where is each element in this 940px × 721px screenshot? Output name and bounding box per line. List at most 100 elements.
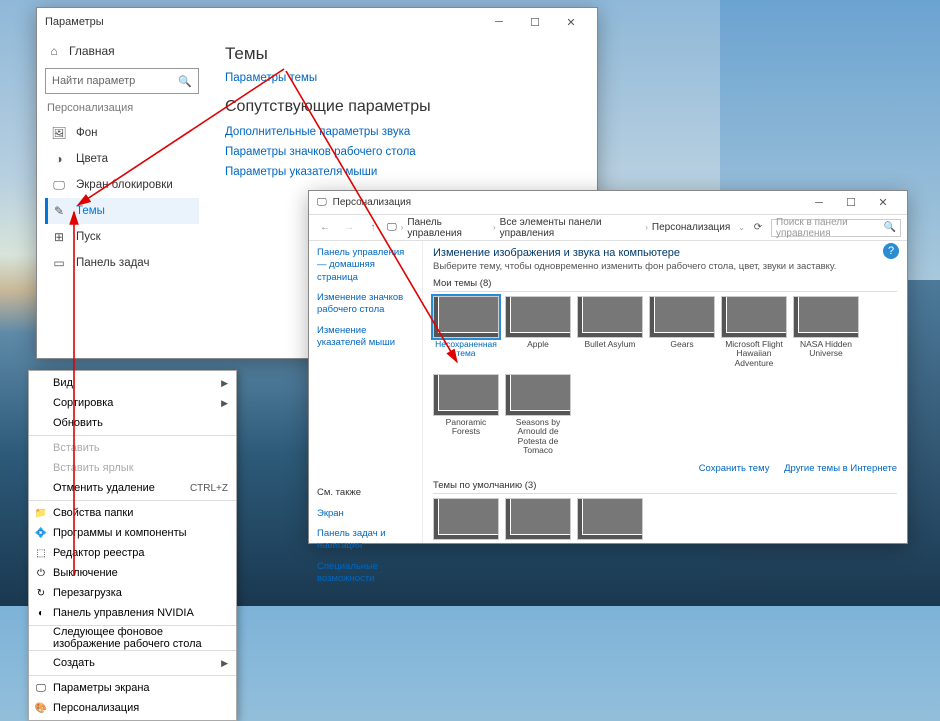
cpl-also-taskbar[interactable]: Панель задач и навигация (317, 528, 414, 553)
minimize-button[interactable]: ─ (803, 191, 835, 215)
ctx-item-11[interactable]: ⏻Выключение (29, 563, 236, 583)
sidebar-section-label: Персонализация (47, 102, 199, 114)
ctx-label: Сортировка (53, 397, 221, 409)
settings-sidebar: ⌂ Главная Найти параметр 🔍 Персонализаци… (37, 36, 207, 358)
sound-params-link[interactable]: Дополнительные параметры звука (225, 126, 579, 138)
ctx-label: Выключение (53, 567, 228, 579)
theme-thumbnail (649, 296, 715, 338)
nav-icon: 🖵 (52, 178, 66, 192)
sidebar-item-0[interactable]: 🖼Фон (45, 120, 199, 146)
theme-item[interactable]: Несохраненная тема (433, 296, 499, 368)
theme-caption: Panoramic Forests (433, 418, 499, 437)
help-button[interactable]: ? (883, 243, 899, 259)
theme-item[interactable]: Seasons by Arnould de Potesta de Tomaco (505, 374, 571, 455)
home-button[interactable]: ⌂ Главная (45, 40, 199, 62)
theme-thumbnail (505, 296, 571, 338)
ctx-label: Обновить (53, 417, 228, 429)
theme-caption: Gears (649, 340, 715, 349)
forward-button[interactable]: → (339, 218, 359, 238)
ctx-item-1[interactable]: Сортировка▶ (29, 393, 236, 413)
ctx-icon: 📁 (33, 508, 49, 519)
cpl-navbar: ← → ↑ 🖵 › Панель управления › Все элемен… (309, 215, 907, 241)
sidebar-item-5[interactable]: ▭Панель задач (45, 250, 199, 276)
theme-thumbnail (433, 296, 499, 338)
ctx-label: Следующее фоновое изображение рабочего с… (53, 626, 228, 650)
ctx-item-19[interactable]: 🖵 Параметры экрана (29, 678, 236, 698)
maximize-button[interactable]: ☐ (835, 191, 867, 215)
nav-icon: ✎ (52, 204, 66, 218)
my-themes-grid: Несохраненная тема AppleBullet Asylum Gear… (433, 296, 897, 455)
theme-item[interactable]: Panoramic Forests (433, 374, 499, 455)
settings-search-input[interactable]: Найти параметр 🔍 (45, 68, 199, 94)
save-theme-link[interactable]: Сохранить тему (699, 463, 770, 474)
ctx-item-4: Вставить (29, 438, 236, 458)
cpl-search-placeholder: Поиск в панели управления (776, 217, 884, 239)
theme-caption: Microsoft Flight Hawaiian Adventure (721, 340, 787, 368)
up-button[interactable]: ↑ (363, 218, 383, 238)
ctx-item-12[interactable]: ↻Перезагрузка (29, 583, 236, 603)
crumb-2[interactable]: Персонализация (652, 222, 730, 233)
close-button[interactable]: ✕ (553, 8, 589, 36)
crumb-0[interactable]: Панель управления (407, 217, 489, 239)
my-themes-header: Мои темы (8) (433, 278, 897, 292)
crumb-1[interactable]: Все элементы панели управления (500, 217, 642, 239)
theme-item[interactable]: NASA Hidden Universe (793, 296, 859, 368)
nav-label: Темы (76, 205, 105, 217)
ctx-label: Параметры экрана (53, 682, 228, 694)
ctx-item-13[interactable]: ◐Панель управления NVIDIA (29, 603, 236, 623)
ctx-item-6[interactable]: Отменить удалениеCTRL+Z (29, 478, 236, 498)
nav-label: Панель задач (76, 257, 149, 269)
default-themes-grid (433, 498, 897, 540)
nav-icon: ⊞ (52, 230, 66, 244)
other-themes-link[interactable]: Другие темы в Интернете (784, 463, 897, 474)
ctx-item-8[interactable]: 📁Свойства папки (29, 503, 236, 523)
theme-caption: NASA Hidden Universe (793, 340, 859, 359)
theme-caption: Несохраненная тема (433, 340, 499, 359)
ctx-icon: ◐ (33, 608, 49, 619)
sidebar-item-4[interactable]: ⊞ Пуск (45, 224, 199, 250)
theme-item[interactable] (433, 498, 499, 540)
theme-thumbnail (577, 498, 643, 540)
cpl-also-display[interactable]: Экран (317, 508, 414, 520)
chevron-right-icon: ▶ (221, 398, 228, 409)
ctx-label: Отменить удаление (53, 482, 190, 494)
theme-item[interactable] (505, 498, 571, 540)
ctx-item-15[interactable]: Следующее фоновое изображение рабочего с… (29, 628, 236, 648)
home-label: Главная (69, 44, 115, 58)
theme-item[interactable]: Microsoft Flight Hawaiian Adventure (721, 296, 787, 368)
ctx-item-20[interactable]: 🎨Персонализация (29, 698, 236, 718)
ctx-icon: 🖵 (33, 683, 49, 694)
cpl-home-link[interactable]: Панель управления — домашняя страница (317, 247, 414, 284)
ctx-item-17[interactable]: Создать▶ (29, 653, 236, 673)
back-button[interactable]: ← (315, 218, 335, 238)
theme-thumbnail (433, 498, 499, 540)
chevron-right-icon: ▶ (221, 378, 228, 389)
ctx-label: Вид (53, 377, 221, 389)
maximize-button[interactable]: ☐ (517, 8, 553, 36)
cpl-search-input[interactable]: Поиск в панели управления 🔍 (771, 219, 901, 237)
ctx-item-2[interactable]: Обновить (29, 413, 236, 433)
breadcrumb[interactable]: 🖵 › Панель управления › Все элементы пан… (387, 217, 745, 239)
chevron-down-icon[interactable]: ⌄ (738, 223, 745, 232)
ctx-item-10[interactable]: ⬚Редактор реестра (29, 543, 236, 563)
pointer-params-link[interactable]: Параметры указателя мыши (225, 166, 579, 178)
ctx-icon: ⬚ (33, 548, 49, 559)
minimize-button[interactable]: ─ (481, 8, 517, 36)
theme-params-link[interactable]: Параметры темы (225, 72, 579, 84)
nav-label: Пуск (76, 231, 101, 243)
theme-item[interactable]: Gears (649, 296, 715, 368)
theme-item[interactable]: Apple (505, 296, 571, 368)
cpl-link-pointers[interactable]: Изменение указателей мыши (317, 325, 414, 350)
sidebar-item-3[interactable]: ✎ Темы (45, 198, 199, 224)
refresh-button[interactable]: ⟳ (749, 222, 767, 233)
cpl-link-icons[interactable]: Изменение значков рабочего стола (317, 292, 414, 317)
close-button[interactable]: ✕ (867, 191, 899, 215)
cpl-also-access[interactable]: Специальные возможности (317, 561, 414, 586)
desktop-icons-link[interactable]: Параметры значков рабочего стола (225, 146, 579, 158)
theme-item[interactable]: Bullet Asylum (577, 296, 643, 368)
sidebar-item-2[interactable]: 🖵Экран блокировки (45, 172, 199, 198)
ctx-item-9[interactable]: 💠Программы и компоненты (29, 523, 236, 543)
ctx-item-0[interactable]: Вид▶ (29, 373, 236, 393)
theme-item[interactable] (577, 498, 643, 540)
sidebar-item-1[interactable]: ◑Цвета (45, 146, 199, 172)
